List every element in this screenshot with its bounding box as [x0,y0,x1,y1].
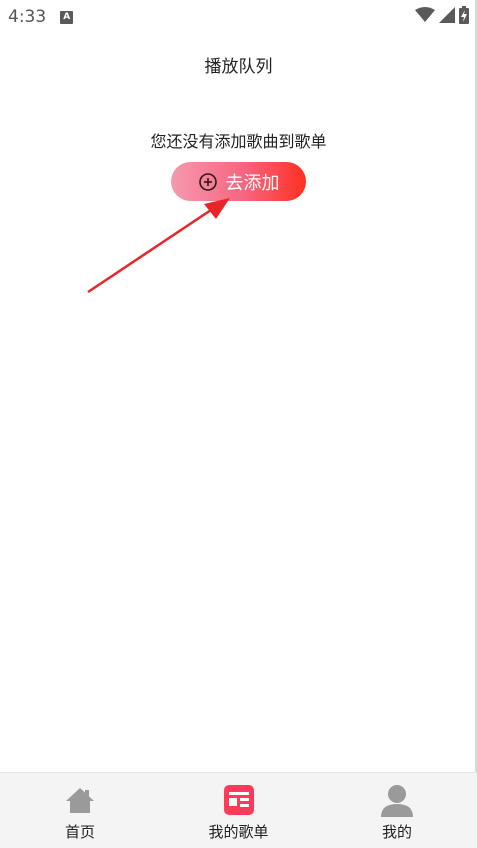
battery-icon [459,6,469,28]
nav-item-home[interactable]: 首页 [0,773,160,848]
plus-circle-icon [198,172,218,192]
status-time: 4:33 [8,7,47,27]
nav-label-me: 我的 [381,823,412,841]
nav-item-playlist[interactable]: 我的歌单 [160,773,317,848]
add-songs-button[interactable]: 去添加 [171,162,306,201]
screen: 4:33 A 播放队列 您还没有添加歌曲到歌单 去添加 首页 我的歌单 我的 [0,0,477,848]
wifi-icon [415,7,435,27]
signal-icon [439,7,455,27]
user-icon [380,783,414,817]
status-bar: 4:33 A [0,0,477,34]
status-right [415,6,469,28]
home-icon [63,783,97,817]
empty-state-message: 您还没有添加歌曲到歌单 [150,132,327,151]
status-left: 4:33 A [8,7,74,27]
a-icon: A [60,10,74,24]
add-songs-label: 去添加 [225,172,280,194]
bottom-nav: 首页 我的歌单 我的 [0,772,477,848]
nav-label-playlist: 我的歌单 [208,823,269,841]
playlist-icon [222,783,256,817]
nav-label-home: 首页 [64,823,95,841]
page-title: 播放队列 [204,57,273,77]
nav-item-me[interactable]: 我的 [317,773,477,848]
